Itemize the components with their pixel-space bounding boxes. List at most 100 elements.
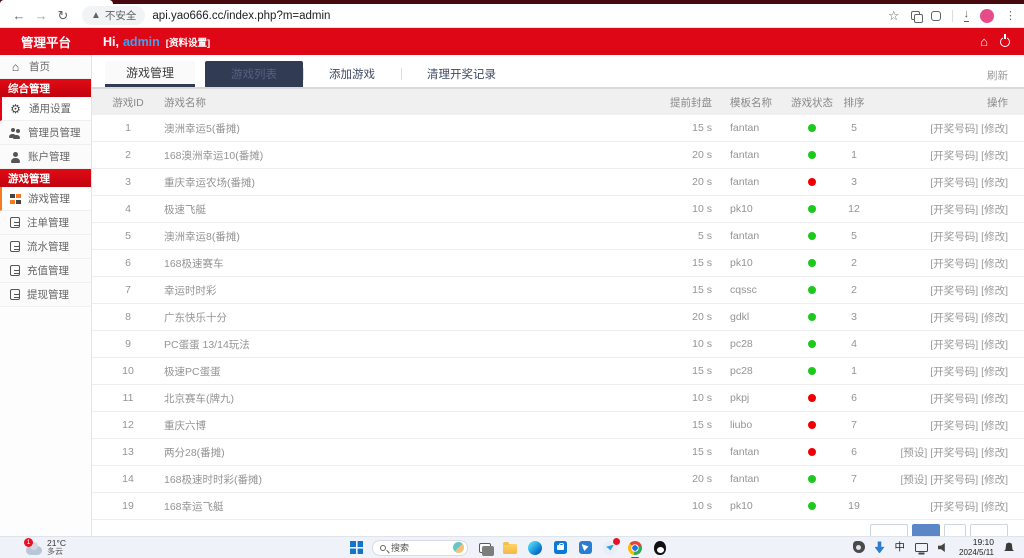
sidebar-item-user[interactable]: 账户管理 bbox=[0, 145, 91, 169]
browser-menu-icon[interactable]: ⋮ bbox=[1005, 9, 1016, 22]
refresh-button[interactable]: 刷新 bbox=[987, 68, 1008, 83]
file-explorer-icon bbox=[503, 544, 517, 554]
action-link[interactable]: [修改] bbox=[981, 123, 1008, 135]
power-icon[interactable] bbox=[1000, 37, 1010, 47]
bookmark-star-icon[interactable]: ☆ bbox=[888, 8, 900, 24]
action-link[interactable]: [修改] bbox=[981, 177, 1008, 189]
pagination-page-current[interactable] bbox=[912, 524, 940, 536]
action-link[interactable]: [修改] bbox=[981, 285, 1008, 297]
action-link[interactable]: [修改] bbox=[981, 420, 1008, 432]
tray-display-icon[interactable] bbox=[915, 543, 928, 552]
browser-reload-button[interactable]: ↻ bbox=[52, 9, 74, 22]
taskbar-app-telegram[interactable] bbox=[602, 540, 618, 556]
action-link[interactable]: [开奖号码] bbox=[930, 231, 978, 243]
action-link[interactable]: [开奖号码] bbox=[930, 312, 978, 324]
cell-game-id: 6 bbox=[106, 257, 150, 269]
sidebar-item-doc[interactable]: 注单管理 bbox=[0, 211, 91, 235]
action-link[interactable]: [开奖号码] bbox=[930, 420, 978, 432]
taskbar-app-edge[interactable] bbox=[527, 540, 543, 556]
action-link[interactable]: [修改] bbox=[981, 366, 1008, 378]
app-brand[interactable]: 管理平台 bbox=[0, 32, 92, 51]
sidebar-item-label: 流水管理 bbox=[27, 239, 69, 254]
subtab-1[interactable]: 添加游戏 bbox=[303, 61, 401, 87]
action-link[interactable]: [开奖号码] bbox=[930, 177, 978, 189]
taskbar-search[interactable]: 搜索 bbox=[372, 540, 468, 556]
sidebar-item-users[interactable]: 管理员管理 bbox=[0, 121, 91, 145]
action-link[interactable]: [修改] bbox=[981, 312, 1008, 324]
address-bar[interactable]: ▲ 不安全 api.yao666.cc/index.php?m=admin bbox=[82, 6, 880, 25]
browser-active-tab[interactable] bbox=[0, 0, 113, 4]
sidebar-item-doc[interactable]: 提现管理 bbox=[0, 283, 91, 307]
downloads-icon[interactable]: ↓ bbox=[964, 9, 970, 22]
action-link[interactable]: [修改] bbox=[981, 447, 1008, 459]
start-button[interactable] bbox=[350, 541, 363, 554]
security-chip[interactable]: ▲ 不安全 bbox=[82, 6, 145, 25]
action-link[interactable]: [修改] bbox=[981, 258, 1008, 270]
taskbar-app-task-view[interactable] bbox=[477, 540, 493, 556]
profile-settings-link[interactable]: [资料设置] bbox=[166, 35, 210, 49]
sidebar-item-gear[interactable]: ⚙通用设置 bbox=[0, 97, 91, 121]
sub-tabs: 游戏列表添加游戏清理开奖记录 bbox=[205, 61, 522, 87]
tray-app-icon[interactable] bbox=[853, 541, 865, 553]
action-link[interactable]: [开奖号码] bbox=[930, 366, 978, 378]
taskbar-weather-widget[interactable]: 1 21°C 多云 bbox=[0, 539, 230, 556]
action-link[interactable]: [开奖号码] bbox=[930, 204, 978, 216]
action-link[interactable]: [开奖号码] bbox=[930, 150, 978, 162]
sidebar-item-grid[interactable]: 游戏管理 bbox=[0, 187, 91, 211]
action-link[interactable]: [修改] bbox=[981, 339, 1008, 351]
action-link[interactable]: [修改] bbox=[981, 501, 1008, 513]
action-link[interactable]: [开奖号码] bbox=[930, 501, 978, 513]
taskbar-center: 搜索 bbox=[350, 540, 668, 556]
taskbar-app-store[interactable] bbox=[552, 540, 568, 556]
tray-volume-icon[interactable] bbox=[938, 542, 949, 552]
action-link[interactable]: [修改] bbox=[981, 231, 1008, 243]
action-link[interactable]: [开奖号码] bbox=[930, 258, 978, 270]
cell-close-time: 10 s bbox=[652, 392, 712, 404]
tab-game-management[interactable]: 游戏管理 bbox=[105, 61, 195, 87]
column-header-1: 游戏名称 bbox=[150, 95, 652, 110]
action-link[interactable]: [开奖号码] bbox=[930, 447, 978, 459]
pagination-prev-button[interactable] bbox=[870, 524, 908, 536]
action-link[interactable]: [修改] bbox=[981, 474, 1008, 486]
taskbar-app-file-explorer[interactable] bbox=[502, 540, 518, 556]
tray-clock[interactable]: 19:10 2024/5/11 bbox=[959, 538, 994, 557]
pagination-page-2[interactable] bbox=[944, 524, 966, 536]
browser-forward-button[interactable]: → bbox=[30, 9, 52, 22]
url-text[interactable]: api.yao666.cc/index.php?m=admin bbox=[152, 10, 330, 22]
action-link[interactable]: [开奖号码] bbox=[930, 123, 978, 135]
cell-template-name: pkpj bbox=[730, 392, 790, 404]
action-link[interactable]: [开奖号码] bbox=[930, 474, 978, 486]
sidebar-item-home[interactable]: ⌂首页 bbox=[0, 55, 91, 79]
sidebar-item-doc[interactable]: 流水管理 bbox=[0, 235, 91, 259]
subtab-2[interactable]: 清理开奖记录 bbox=[401, 61, 522, 87]
subtab-0[interactable]: 游戏列表 bbox=[205, 61, 303, 87]
tray-download-arrow-icon[interactable] bbox=[875, 541, 885, 553]
notifications-bell-icon[interactable] bbox=[1004, 542, 1014, 552]
browser-back-button[interactable]: ← bbox=[8, 9, 30, 22]
cell-game-name: 两分28(番摊) bbox=[150, 445, 652, 460]
cell-template-name: cqssc bbox=[730, 284, 790, 296]
action-link[interactable]: [预设] bbox=[900, 447, 927, 459]
taskbar-app-chrome[interactable] bbox=[627, 540, 643, 556]
action-link[interactable]: [开奖号码] bbox=[930, 285, 978, 297]
action-link[interactable]: [修改] bbox=[981, 204, 1008, 216]
action-link[interactable]: [修改] bbox=[981, 150, 1008, 162]
pagination-next-button[interactable] bbox=[970, 524, 1008, 536]
browser-profile-avatar[interactable] bbox=[980, 9, 994, 23]
action-link[interactable]: [修改] bbox=[981, 393, 1008, 405]
home-icon[interactable]: ⌂ bbox=[980, 35, 988, 48]
browser-actions: ☆ ↓ ⋮ bbox=[888, 8, 1016, 24]
taskbar-app-kite[interactable] bbox=[577, 540, 593, 556]
action-link[interactable]: [开奖号码] bbox=[930, 393, 978, 405]
ime-indicator[interactable]: 中 bbox=[895, 542, 906, 553]
cell-game-id: 12 bbox=[106, 419, 150, 431]
tab-search-icon[interactable] bbox=[911, 11, 920, 20]
cell-game-name: 澳洲幸运5(番摊) bbox=[150, 121, 652, 136]
extensions-icon[interactable] bbox=[931, 11, 941, 21]
action-link[interactable]: [预设] bbox=[900, 474, 927, 486]
sidebar-item-doc[interactable]: 充值管理 bbox=[0, 259, 91, 283]
weather-badge: 1 bbox=[24, 538, 33, 547]
action-link[interactable]: [开奖号码] bbox=[930, 339, 978, 351]
cell-game-name: 重庆幸运农场(番摊) bbox=[150, 175, 652, 190]
taskbar-app-qq[interactable] bbox=[652, 540, 668, 556]
